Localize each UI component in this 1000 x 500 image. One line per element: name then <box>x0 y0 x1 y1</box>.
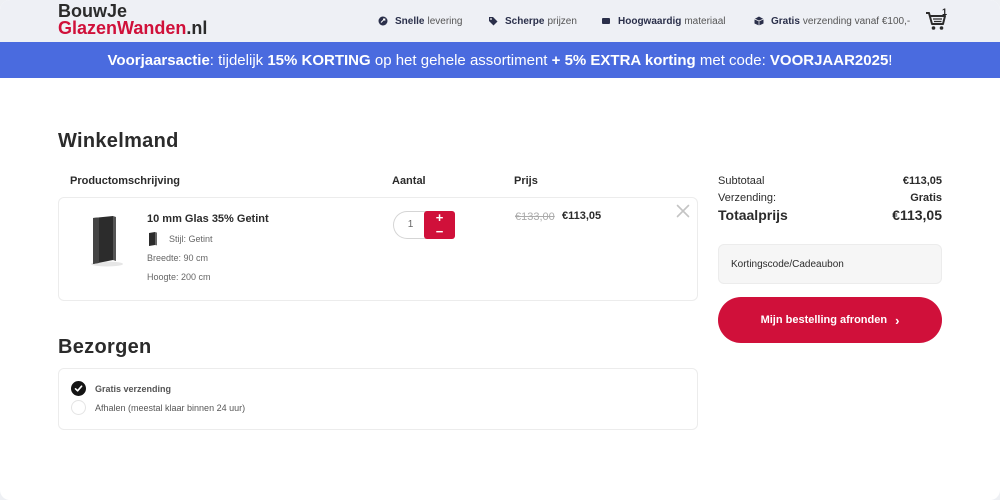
promo-part: 15% KORTING <box>267 51 371 69</box>
delivery-option-free-shipping[interactable]: Gratis verzending <box>71 381 171 396</box>
promo-banner: Voorjaarsactie: tijdelijk 15% KORTING op… <box>0 42 1000 78</box>
promo-part: Voorjaarsactie <box>107 51 210 69</box>
promo-part: op het gehele assortiment <box>370 51 552 69</box>
product-width: Breedte: 90 cm <box>147 253 209 263</box>
layers-icon <box>602 18 610 24</box>
coupon-toggle[interactable]: Kortingscode/Cadeaubon <box>718 244 942 284</box>
box-icon <box>754 16 764 26</box>
cart-title: Winkelmand <box>58 130 179 152</box>
promo-part: + 5% EXTRA korting <box>551 51 696 69</box>
old-price: €133,00 <box>515 211 555 223</box>
promo-part: ! <box>888 51 893 69</box>
checkout-page: BouwJe GlazenWanden.nl Snelle levering Sc… <box>0 0 1000 500</box>
checkmark-icon <box>74 385 83 392</box>
total-row: Totaalprijs €113,05 <box>718 207 942 223</box>
delivery-option-pickup[interactable]: Afhalen (meestal klaar binnen 24 uur) <box>71 400 245 415</box>
quantity-input[interactable]: 1 <box>393 211 427 239</box>
usp-item-shipping: Gratis verzending vanaf €100,- <box>754 13 910 29</box>
product-style: Stijl: Getint <box>147 232 213 246</box>
usp-bold: Scherpe <box>505 15 545 27</box>
radio-unchecked-icon[interactable] <box>71 400 86 415</box>
quantity-decrease-button[interactable]: − <box>424 225 455 239</box>
chevron-right-icon: › <box>895 312 900 328</box>
delivery-options: Gratis verzending Afhalen (meestal klaar… <box>58 368 698 430</box>
delivery-option-label: Afhalen (meestal klaar binnen 24 uur) <box>95 402 246 413</box>
radio-checked-icon[interactable] <box>71 381 86 396</box>
product-image <box>91 216 123 267</box>
usp-text: verzending vanaf €100,- <box>802 15 911 27</box>
usp-item-delivery: Snelle levering <box>378 13 463 29</box>
top-bar: BouwJe GlazenWanden.nl Snelle levering Sc… <box>0 0 1000 42</box>
logo-line-2: GlazenWanden.nl <box>58 18 208 38</box>
style-swatch <box>149 232 157 246</box>
shipping-row: Verzending: Gratis <box>718 192 942 204</box>
usp-text: materiaal <box>684 15 726 27</box>
total-label: Totaalprijs <box>718 207 788 223</box>
usp-bold: Hoogwaardig <box>618 15 682 27</box>
usp-text: levering <box>427 15 463 27</box>
cart-count-badge: 1 <box>942 7 948 17</box>
usp-text: prijzen <box>547 15 577 27</box>
usp-item-material: Hoogwaardig materiaal <box>601 13 725 29</box>
subtotal-label: Subtotaal <box>718 175 765 187</box>
checkout-button-label: Mijn bestelling afronden <box>760 314 888 326</box>
cart-item: 10 mm Glas 35% Getint Stijl: Getint Bree… <box>58 197 698 301</box>
column-header-price: Prijs <box>514 175 538 187</box>
column-header-product: Productomschrijving <box>70 175 181 187</box>
usp-bold: Snelle <box>395 15 425 27</box>
subtotal-row: Subtotaal €113,05 <box>718 175 942 187</box>
close-icon[interactable] <box>676 204 690 218</box>
tag-icon <box>489 17 498 26</box>
quantity-buttons: + − <box>424 211 455 239</box>
subtotal-value: €113,05 <box>902 175 942 187</box>
delivery-option-label: Gratis verzending <box>95 383 172 394</box>
logo-suffix-text: .nl <box>186 18 208 38</box>
site-logo[interactable]: BouwJe GlazenWanden.nl <box>58 2 208 38</box>
quantity-stepper: 1 + − <box>393 211 455 239</box>
quantity-increase-button[interactable]: + <box>424 211 455 225</box>
delivery-title: Bezorgen <box>58 336 152 358</box>
product-style-label: Stijl: Getint <box>169 234 213 244</box>
rocket-icon <box>378 16 388 26</box>
shipping-value: Gratis <box>910 192 942 204</box>
item-price: €113,05 <box>562 210 602 222</box>
promo-part: met code: <box>695 51 770 69</box>
promo-code: VOORJAAR2025 <box>769 51 889 69</box>
shipping-label: Verzending: <box>718 192 777 204</box>
product-height: Hoogte: 200 cm <box>147 272 211 282</box>
total-value: €113,05 <box>892 207 942 223</box>
product-name[interactable]: 10 mm Glas 35% Getint <box>147 213 269 225</box>
logo-brand-text: GlazenWanden <box>58 18 187 38</box>
column-header-quantity: Aantal <box>392 175 426 187</box>
promo-part: : tijdelijk <box>209 51 268 69</box>
checkout-button[interactable]: Mijn bestelling afronden › <box>718 297 942 343</box>
usp-item-prices: Scherpe prijzen <box>488 13 577 29</box>
usp-bold: Gratis <box>771 15 800 27</box>
